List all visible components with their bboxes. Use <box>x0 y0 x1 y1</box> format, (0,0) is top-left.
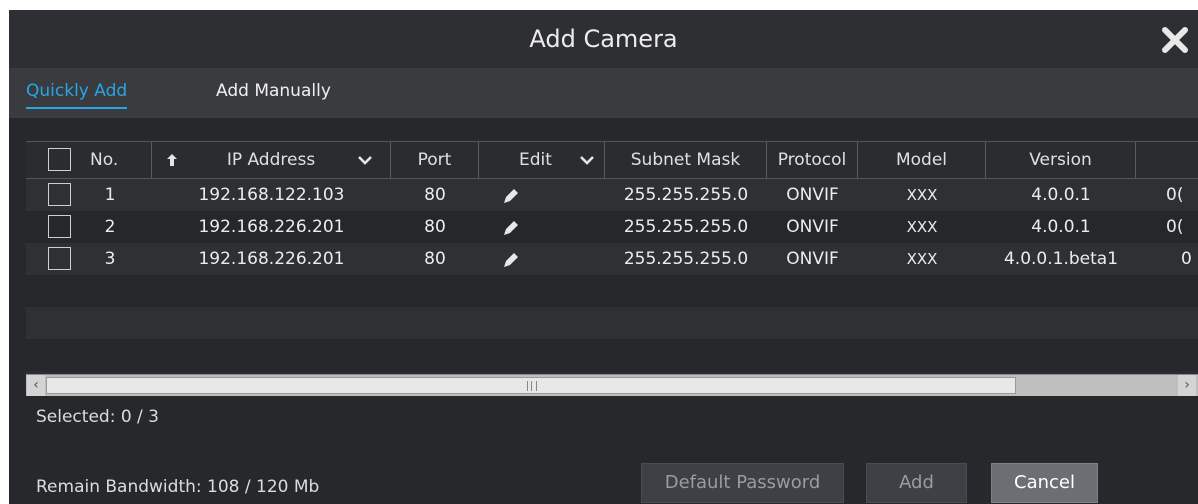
empty-row <box>26 339 1198 371</box>
row-ip: 192.168.226.201 <box>198 217 345 237</box>
chevron-down-icon <box>580 156 594 165</box>
row-protocol: ONVIF <box>786 217 839 237</box>
col-edit[interactable]: Edit <box>479 142 605 178</box>
table-row[interactable]: 2 192.168.226.201 80 255.255.255.0 ONVIF… <box>26 211 1198 243</box>
row-extra: 0 <box>1181 249 1192 269</box>
row-port: 80 <box>424 217 446 237</box>
tab-bar: Quickly Add Add Manually <box>9 68 1198 118</box>
col-ip-address-label: IP Address <box>226 150 316 170</box>
scroll-left-arrow[interactable]: ‹ <box>27 375 45 396</box>
row-no: 3 <box>104 249 116 269</box>
pencil-icon[interactable] <box>500 184 522 206</box>
row-version: 4.0.0.1 <box>1031 185 1091 205</box>
row-subnet: 255.255.255.0 <box>623 249 749 269</box>
pencil-icon[interactable] <box>500 248 522 270</box>
cancel-button[interactable]: Cancel <box>991 463 1098 503</box>
col-ip-address[interactable]: IP Address <box>152 142 391 178</box>
sort-up-arrow-icon <box>167 154 177 166</box>
row-no: 1 <box>104 185 116 205</box>
col-port[interactable]: Port <box>391 142 479 178</box>
row-subnet: 255.255.255.0 <box>623 185 749 205</box>
col-extra <box>1136 142 1198 178</box>
row-ip: 192.168.122.103 <box>198 185 345 205</box>
row-version: 4.0.0.1.beta1 <box>1003 249 1119 269</box>
default-password-button[interactable]: Default Password <box>641 463 844 503</box>
close-button[interactable] <box>1159 24 1191 56</box>
col-edit-label: Edit <box>519 150 552 170</box>
empty-row <box>26 275 1198 307</box>
row-model: XXX <box>906 250 938 268</box>
camera-table: No. IP Address Port Edit Subnet Mask Pro… <box>26 141 1198 396</box>
row-port: 80 <box>424 249 446 269</box>
table-header: No. IP Address Port Edit Subnet Mask Pro… <box>26 141 1198 179</box>
row-protocol: ONVIF <box>786 249 839 269</box>
title-bar: Add Camera <box>9 10 1198 68</box>
row-no: 2 <box>104 217 116 237</box>
col-subnet-mask[interactable]: Subnet Mask <box>605 142 767 178</box>
row-model: XXX <box>906 218 938 236</box>
row-protocol: ONVIF <box>786 185 839 205</box>
col-no-label: No. <box>90 150 119 170</box>
scrollbar-thumb[interactable] <box>46 377 1016 394</box>
empty-row <box>26 307 1198 339</box>
row-model: XXX <box>906 186 938 204</box>
row-port: 80 <box>424 185 446 205</box>
col-model[interactable]: Model <box>858 142 986 178</box>
selected-count: Selected: 0 / 3 <box>36 407 159 427</box>
select-all-checkbox[interactable] <box>48 148 71 171</box>
scroll-right-arrow[interactable]: › <box>1178 375 1196 396</box>
row-checkbox[interactable] <box>48 247 71 270</box>
dialog-title: Add Camera <box>529 25 678 53</box>
close-x-icon <box>1162 27 1188 53</box>
row-subnet: 255.255.255.0 <box>623 217 749 237</box>
table-row[interactable]: 1 192.168.122.103 80 255.255.255.0 ONVIF… <box>26 179 1198 211</box>
col-protocol[interactable]: Protocol <box>767 142 858 178</box>
row-version: 4.0.0.1 <box>1031 217 1091 237</box>
horizontal-scrollbar[interactable]: ‹ › <box>26 374 1198 396</box>
remain-bandwidth: Remain Bandwidth: 108 / 120 Mb <box>36 477 320 497</box>
row-checkbox[interactable] <box>48 215 71 238</box>
edit-filter-dropdown[interactable] <box>573 142 601 178</box>
row-checkbox[interactable] <box>48 183 71 206</box>
table-row[interactable]: 3 192.168.226.201 80 255.255.255.0 ONVIF… <box>26 243 1198 275</box>
row-extra: 0( <box>1166 217 1184 237</box>
col-no[interactable]: No. <box>26 142 152 178</box>
pencil-icon[interactable] <box>500 216 522 238</box>
row-extra: 0( <box>1166 185 1184 205</box>
scrollbar-grip-icon <box>527 381 537 391</box>
add-camera-dialog: Add Camera Quickly Add Add Manually No. … <box>9 10 1198 504</box>
chevron-down-icon <box>358 156 372 165</box>
tab-add-manually[interactable]: Add Manually <box>216 68 331 118</box>
col-version[interactable]: Version <box>986 142 1136 178</box>
add-button[interactable]: Add <box>866 463 967 503</box>
tab-quickly-add[interactable]: Quickly Add <box>26 68 128 118</box>
row-ip: 192.168.226.201 <box>198 249 345 269</box>
ip-filter-dropdown[interactable] <box>351 142 379 178</box>
